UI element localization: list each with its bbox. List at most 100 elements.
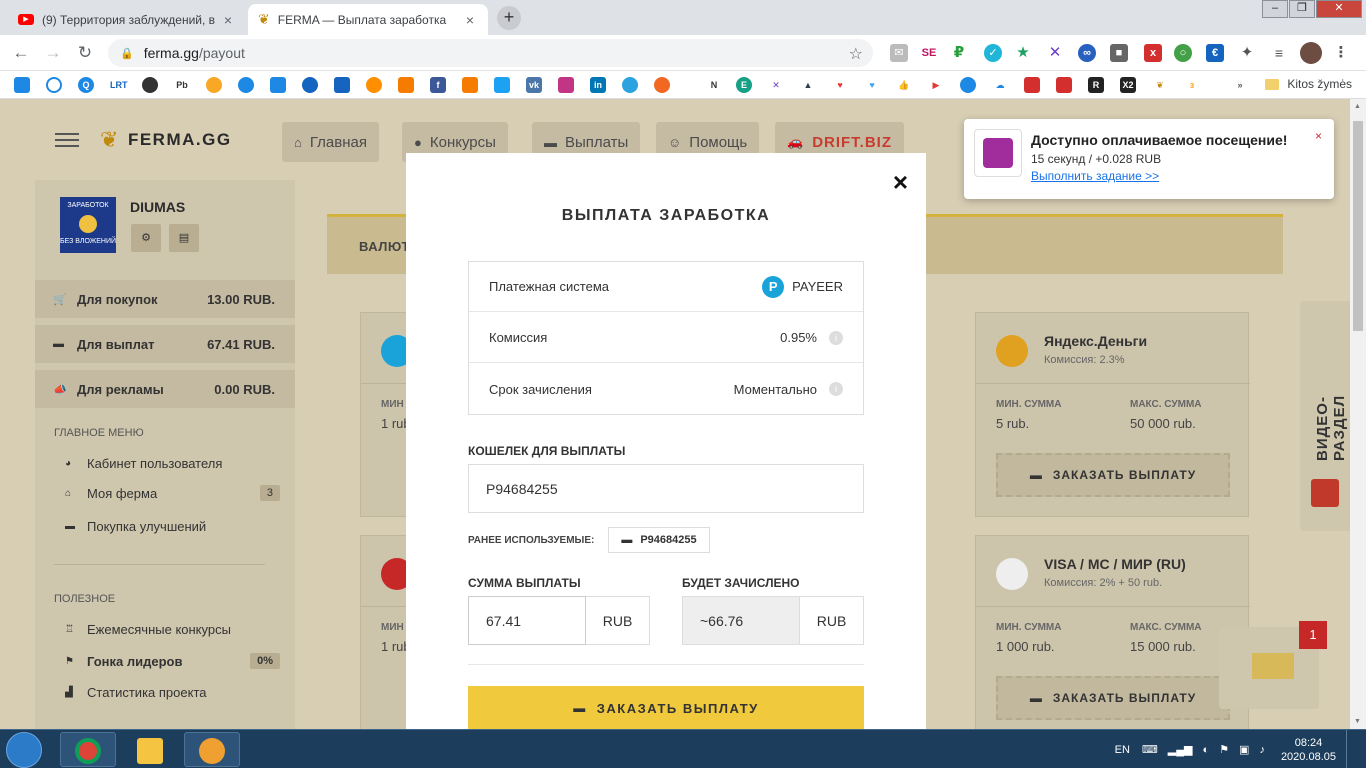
start-button[interactable] — [6, 732, 42, 768]
bookmark-icon[interactable] — [1056, 77, 1072, 93]
telegram-icon[interactable] — [622, 77, 638, 93]
bookmark-icon[interactable]: Pb — [174, 77, 190, 93]
bookmark-icon[interactable]: N — [706, 77, 722, 93]
extension-icon[interactable]: SE — [920, 44, 938, 62]
maximize-icon[interactable]: ❐ — [1289, 0, 1315, 18]
order-payout-button[interactable]: ▬ ЗАКАЗАТЬ ВЫПЛАТУ — [468, 686, 864, 730]
flag-icon[interactable]: ⚑ — [1219, 743, 1229, 756]
bookmark-icon[interactable]: X2 — [1120, 77, 1136, 93]
bookmark-icon[interactable]: LRT — [110, 77, 128, 93]
menu-item-cabinet[interactable]: ◕ Кабинет пользователя — [65, 456, 280, 471]
twitter-icon[interactable] — [494, 77, 510, 93]
amount-input[interactable]: 67.41 — [468, 596, 586, 645]
page-scrollbar[interactable]: ▲ ▼ — [1350, 99, 1366, 729]
bookmark-icon[interactable]: R — [1088, 77, 1104, 93]
facebook-icon[interactable]: f — [430, 77, 446, 93]
menu-item-leader-race[interactable]: ⚑ Гонка лидеров 0% — [65, 653, 280, 669]
bookmark-icon[interactable]: ✕ — [768, 77, 784, 93]
extension-icon[interactable]: ○ — [1174, 44, 1192, 62]
order-payout-button[interactable]: ▬ ЗАКАЗАТЬ ВЫПЛАТУ — [996, 676, 1230, 720]
bookmark-icon[interactable] — [302, 77, 318, 93]
menu-kebab-icon[interactable]: ⋮ — [1332, 44, 1350, 62]
address-bar[interactable]: 🔒 ferma.gg/payout ☆ — [108, 39, 873, 67]
minimize-icon[interactable]: – — [1262, 0, 1288, 18]
mail-widget[interactable]: 1 — [1219, 621, 1327, 709]
site-logo[interactable]: ❦ FERMA.GG — [100, 127, 232, 153]
previous-wallet-chip[interactable]: ▬ P94684255 — [608, 527, 710, 553]
signal-icon[interactable]: ▂▄▆ — [1168, 743, 1193, 756]
back-icon[interactable]: ← — [10, 43, 32, 63]
info-icon[interactable]: i — [829, 330, 843, 345]
bookmark-icon[interactable]: E — [736, 77, 752, 93]
extension-icon[interactable]: ₽ — [950, 44, 968, 62]
wheat-icon[interactable]: ❦ — [1152, 77, 1168, 93]
reload-icon[interactable]: ↻ — [74, 43, 96, 63]
scrollbar-thumb[interactable] — [1353, 121, 1363, 331]
tab-close-icon[interactable]: × — [462, 12, 478, 28]
extension-icon[interactable]: ✓ — [984, 44, 1002, 62]
menu-item-statistics[interactable]: ▟ Статистика проекта — [65, 685, 280, 700]
bookmark-heart-icon[interactable]: ♥ — [864, 77, 880, 93]
extension-icon[interactable]: ✉ — [890, 44, 908, 62]
video-section-tab[interactable]: ВИДЕО-РАЗДЕЛ — [1300, 301, 1350, 531]
language-indicator[interactable]: EN — [1115, 744, 1130, 756]
profile-button[interactable]: ▤ — [169, 224, 199, 252]
extension-icon[interactable]: ∞ — [1078, 44, 1096, 62]
bookmark-icon[interactable]: ▲ — [800, 77, 816, 93]
show-desktop-button[interactable] — [1346, 730, 1358, 768]
bookmarks-more-icon[interactable]: » — [1232, 77, 1248, 93]
bookmark-cloud-icon[interactable]: ☁ — [992, 77, 1008, 93]
bookmark-icon[interactable] — [1024, 77, 1040, 93]
order-payout-button[interactable]: ▬ ЗАКАЗАТЬ ВЫПЛАТУ — [996, 453, 1230, 497]
close-icon[interactable]: × — [893, 167, 908, 198]
monero-icon[interactable] — [654, 77, 670, 93]
bookmark-icon[interactable] — [270, 77, 286, 93]
app-tray-icon[interactable]: ◐ — [1203, 744, 1210, 756]
bookmark-mail-icon[interactable] — [334, 77, 350, 93]
bookmark-globe-icon[interactable] — [238, 77, 254, 93]
extension-icon[interactable]: ■ — [1110, 44, 1128, 62]
bookmark-heart-icon[interactable]: ♥ — [832, 77, 848, 93]
forward-icon[interactable]: → — [42, 43, 64, 63]
reading-list-icon[interactable]: ≡ — [1270, 44, 1288, 62]
wallet-input[interactable]: P94684255 — [468, 464, 864, 513]
bookmark-icon[interactable] — [46, 77, 62, 93]
nav-home[interactable]: ⌂ Главная — [282, 122, 379, 162]
close-icon[interactable]: × — [1315, 129, 1322, 143]
complete-task-link[interactable]: Выполнить задание >> — [1031, 169, 1159, 183]
avatar[interactable]: ЗАРАБОТОК БЕЗ ВЛОЖЕНИЙ — [60, 197, 116, 253]
menu-item-contests[interactable]: ♖ Ежемесячные конкурсы — [65, 622, 280, 637]
bookmark-icon[interactable] — [206, 77, 222, 93]
hamburger-menu-icon[interactable] — [55, 133, 79, 147]
extension-icon[interactable]: x — [1144, 44, 1162, 62]
bookmark-globe-icon[interactable] — [142, 77, 158, 93]
taskbar-app[interactable] — [184, 732, 240, 767]
odnoklassniki-icon[interactable] — [462, 77, 478, 93]
bookmark-icon[interactable]: з — [1184, 77, 1200, 93]
menu-item-upgrades[interactable]: ▬ Покупка улучшений — [65, 519, 280, 534]
tab-ferma[interactable]: ❦ FERMA — Выплата заработка × — [248, 4, 488, 35]
vk-icon[interactable]: vk — [526, 77, 542, 93]
taskbar-explorer[interactable] — [122, 732, 178, 767]
extension-icon[interactable]: ★ — [1014, 44, 1032, 62]
bookmark-mail-icon[interactable] — [398, 77, 414, 93]
close-window-icon[interactable]: ✕ — [1316, 0, 1362, 18]
linkedin-icon[interactable]: in — [590, 77, 606, 93]
instagram-icon[interactable] — [558, 77, 574, 93]
taskbar-chrome[interactable] — [60, 732, 116, 767]
bookmark-folder[interactable]: Kitos žymės — [1265, 77, 1352, 91]
bookmark-icon[interactable]: 👍 — [896, 77, 912, 93]
clock[interactable]: 08:24 2020.08.05 — [1281, 736, 1336, 764]
extension-icon[interactable]: € — [1206, 44, 1224, 62]
network-icon[interactable]: ▣ — [1239, 743, 1249, 756]
info-icon[interactable]: i — [829, 382, 843, 396]
bookmark-icon[interactable] — [366, 77, 382, 93]
extension-icon[interactable]: ✕ — [1046, 44, 1064, 62]
tab-close-icon[interactable]: × — [220, 12, 236, 28]
bookmark-star-icon[interactable]: ☆ — [849, 44, 863, 64]
volume-icon[interactable]: ♪ — [1259, 744, 1265, 756]
tab-youtube[interactable]: ▶ (9) Территория заблуждений, в × — [8, 4, 246, 35]
bookmark-icon[interactable]: ▶ — [928, 77, 944, 93]
profile-avatar[interactable] — [1300, 42, 1322, 64]
bookmark-icon[interactable] — [960, 77, 976, 93]
